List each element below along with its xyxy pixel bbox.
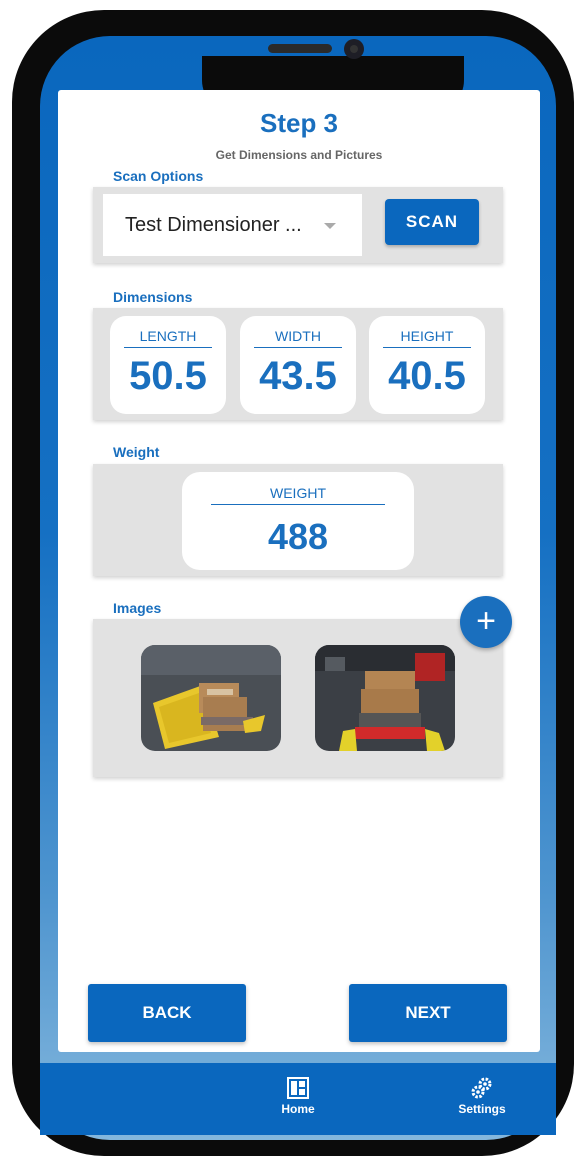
scan-options-panel: Test Dimensioner ... SCAN: [93, 187, 503, 263]
height-value: 40.5: [388, 354, 466, 398]
package-photo-2[interactable]: [315, 645, 455, 751]
side-button-volume-up: [12, 278, 18, 362]
dimensioner-select-value: Test Dimensioner ...: [125, 214, 302, 236]
side-button-power: [568, 308, 574, 442]
scan-button[interactable]: SCAN: [385, 199, 479, 245]
tab-home[interactable]: Home: [268, 1077, 328, 1116]
add-image-button[interactable]: +: [460, 596, 512, 648]
package-photo-2-image: [315, 645, 455, 751]
images-panel: [93, 619, 503, 777]
tab-settings-label: Settings: [458, 1102, 506, 1116]
weight-value: 488: [267, 516, 329, 557]
height-box: HEIGHT 40.5: [369, 316, 485, 414]
width-value: 43.5: [259, 354, 337, 398]
chevron-down-icon: [324, 223, 336, 229]
back-button[interactable]: BACK: [88, 984, 246, 1042]
side-button-volume-down: [12, 388, 18, 472]
main-card: Step 3 Get Dimensions and Pictures Scan …: [58, 90, 540, 1052]
dimensions-label: Dimensions: [113, 289, 193, 305]
home-icon: [287, 1077, 309, 1099]
scan-options-label: Scan Options: [113, 168, 204, 184]
gears-icon: [471, 1077, 492, 1099]
next-button[interactable]: NEXT: [349, 984, 507, 1042]
length-label: LENGTH: [124, 328, 212, 348]
bottom-tab-bar: Home Settings: [40, 1063, 556, 1135]
weight-panel: WEIGHT 488: [93, 464, 503, 576]
side-button-action: [12, 193, 18, 237]
length-value: 50.5: [129, 354, 207, 398]
weight-label: WEIGHT: [211, 485, 385, 505]
speaker-grille: [268, 44, 332, 53]
dimensions-panel: LENGTH 50.5 WIDTH 43.5 HEIGHT 40.5: [93, 308, 503, 420]
plus-icon: +: [476, 602, 496, 640]
package-photo-1-image: [141, 645, 281, 751]
tab-settings[interactable]: Settings: [450, 1077, 514, 1116]
front-camera: [344, 39, 364, 59]
page-title: Step 3: [259, 108, 339, 138]
weight-box: WEIGHT 488: [182, 472, 414, 570]
weight-section-label: Weight: [113, 444, 160, 460]
dimensioner-select[interactable]: Test Dimensioner ...: [103, 194, 362, 256]
width-box: WIDTH 43.5: [240, 316, 356, 414]
page-subtitle: Get Dimensions and Pictures: [215, 148, 383, 162]
package-photo-1[interactable]: [141, 645, 281, 751]
tab-home-label: Home: [281, 1102, 315, 1116]
height-label: HEIGHT: [383, 328, 471, 348]
images-label: Images: [113, 600, 162, 616]
length-box: LENGTH 50.5: [110, 316, 226, 414]
width-label: WIDTH: [254, 328, 342, 348]
